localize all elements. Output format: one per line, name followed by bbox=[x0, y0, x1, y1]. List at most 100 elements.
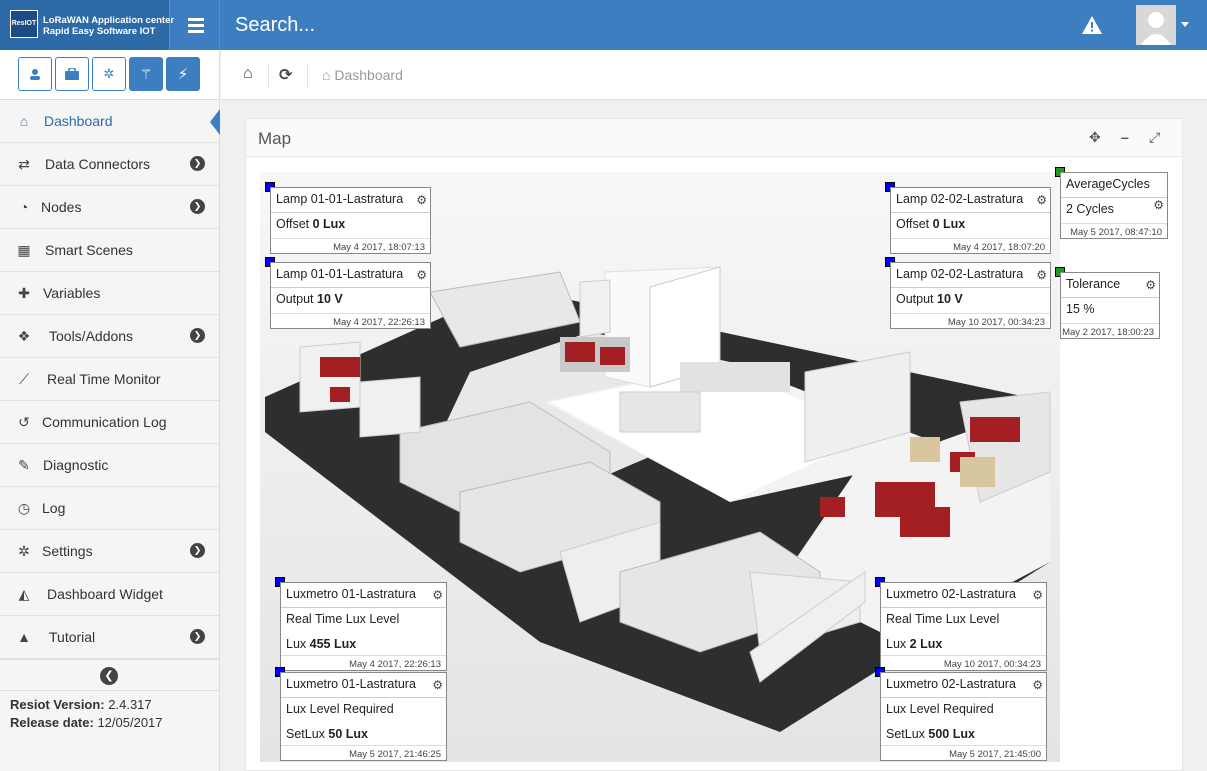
widget-value-row: 15 % bbox=[1061, 298, 1159, 323]
widget-luxmetro-02-realtime[interactable]: Luxmetro 02-Lastratura ⚙ Real Time Lux Le… bbox=[880, 582, 1047, 671]
sidebar-item-tools-addons[interactable]: ❖ Tools/Addons ❯ bbox=[0, 315, 219, 358]
sidebar-item-diagnostic[interactable]: ✎ Diagnostic bbox=[0, 444, 219, 487]
gear-icon[interactable]: ⚙ bbox=[1036, 193, 1047, 207]
panel-title: Map bbox=[258, 129, 292, 148]
top-navbar: ResIOT LoRaWAN Application center Rapid … bbox=[0, 0, 1207, 50]
sidebar-item-dashboard-widget[interactable]: ◭ Dashboard Widget bbox=[0, 573, 219, 616]
widget-lamp-01-offset[interactable]: Lamp 01-01-Lastratura ⚙ Offset 0 Lux May … bbox=[270, 187, 431, 254]
release-value: 12/05/2017 bbox=[97, 715, 163, 730]
widget-luxmetro-01-realtime[interactable]: Luxmetro 01-Lastratura ⚙ Real Time Lux Le… bbox=[280, 582, 447, 671]
widget-lamp-02-offset[interactable]: Lamp 02-02-Lastratura ⚙ Offset 0 Lux May … bbox=[890, 187, 1051, 254]
widget-value-row: Lux 455 Lux bbox=[281, 633, 446, 655]
sidebar-item-label: Real Time Monitor bbox=[47, 371, 161, 387]
sidebar-collapse-button[interactable]: ❮ bbox=[0, 659, 219, 691]
chevron-right-icon: ❯ bbox=[190, 328, 205, 343]
widget-label: Output bbox=[276, 292, 314, 306]
chevron-down-icon[interactable] bbox=[1181, 22, 1189, 27]
version-value: 2.4.317 bbox=[108, 697, 152, 712]
widget-value: 10 V bbox=[937, 292, 963, 306]
resiot-logo: ResIOT bbox=[10, 10, 38, 38]
gear-icon[interactable]: ⚙ bbox=[1036, 268, 1047, 282]
sidebar-item-settings[interactable]: ✲ Settings ❯ bbox=[0, 530, 219, 573]
quick-actions: ✲ ⚚ ⚡ bbox=[0, 50, 219, 100]
search-input[interactable]: Search... bbox=[235, 14, 315, 37]
widget-value-row: Offset 0 Lux bbox=[271, 213, 430, 238]
breadcrumb-current: Dashboard bbox=[334, 67, 403, 83]
widget-lamp-02-output[interactable]: Lamp 02-02-Lastratura ⚙ Output 10 V May 1… bbox=[890, 262, 1051, 329]
brand[interactable]: ResIOT LoRaWAN Application center Rapid … bbox=[0, 0, 174, 50]
move-icon[interactable]: ✥ bbox=[1089, 129, 1101, 146]
widget-label: Output bbox=[896, 292, 934, 306]
widget-value: 15 % bbox=[1066, 302, 1095, 316]
widget-average-cycles[interactable]: AverageCycles 2 Cycles ⚙ May 5 2017, 08:4… bbox=[1060, 172, 1168, 239]
widget-value: 2 Lux bbox=[909, 637, 943, 651]
minimize-icon[interactable]: – bbox=[1121, 129, 1129, 145]
settings-button[interactable]: ✲ bbox=[92, 57, 126, 91]
plugin-button[interactable]: ⚡ bbox=[166, 57, 200, 91]
widget-value: 500 Lux bbox=[928, 727, 975, 741]
avatar[interactable] bbox=[1136, 5, 1176, 45]
chevron-right-icon: ❯ bbox=[190, 199, 205, 214]
widget-value-row: SetLux 50 Lux bbox=[281, 723, 446, 745]
widget-timestamp: May 5 2017, 21:46:25 bbox=[281, 745, 446, 760]
widget-timestamp: May 2 2017, 18:00:23 bbox=[1061, 323, 1159, 338]
widget-title: Lamp 01-01-Lastratura bbox=[271, 188, 430, 213]
line-chart-icon: ⟋ bbox=[19, 371, 29, 387]
sidebar-item-label: Dashboard bbox=[44, 113, 113, 129]
gear-icon: ✲ bbox=[103, 66, 115, 81]
chevron-left-icon: ❮ bbox=[100, 667, 118, 685]
refresh-icon[interactable]: ⟳ bbox=[279, 65, 292, 85]
home-icon: ⌂ bbox=[322, 67, 331, 83]
gear-icon[interactable]: ⚙ bbox=[1032, 588, 1043, 602]
magic-button[interactable]: ⚚ bbox=[129, 57, 163, 91]
brand-title: LoRaWAN Application center bbox=[43, 15, 175, 26]
sidebar-item-communication-log[interactable]: ↺ Communication Log bbox=[0, 401, 219, 444]
gear-icon[interactable]: ⚙ bbox=[432, 678, 443, 692]
wrench-icon: ✎ bbox=[18, 457, 30, 473]
widget-luxmetro-02-required[interactable]: Luxmetro 02-Lastratura ⚙ Lux Level Requir… bbox=[880, 672, 1047, 761]
sidebar-item-label: Nodes bbox=[41, 199, 82, 215]
widget-tolerance[interactable]: Tolerance ⚙ 15 % May 2 2017, 18:00:23 bbox=[1060, 272, 1160, 339]
widget-timestamp: May 5 2017, 21:45:00 bbox=[881, 745, 1046, 760]
widget-value-row: 2 Cycles ⚙ bbox=[1061, 198, 1167, 223]
gear-icon[interactable]: ⚙ bbox=[416, 193, 427, 207]
widget-title: Luxmetro 02-Lastratura bbox=[881, 583, 1046, 608]
sidebar-item-tutorial[interactable]: ▲ Tutorial ❯ bbox=[0, 616, 219, 659]
sidebar-item-log[interactable]: ◷ Log bbox=[0, 487, 219, 530]
warning-icon[interactable] bbox=[1081, 15, 1103, 35]
sidebar-item-variables[interactable]: ✚ Variables bbox=[0, 272, 219, 315]
hamburger-icon-line bbox=[188, 24, 204, 27]
gear-icon[interactable]: ⚙ bbox=[1145, 278, 1156, 292]
breadcrumb-bar: ⌂ ⟳ ⌂ Dashboard bbox=[221, 50, 1207, 100]
chevron-right-icon: ❯ bbox=[190, 629, 205, 644]
menu-toggle-button[interactable] bbox=[171, 0, 220, 50]
widget-description: Real Time Lux Level bbox=[286, 612, 400, 626]
sidebar-item-dashboard[interactable]: ⌂ Dashboard bbox=[0, 100, 220, 143]
sidebar-item-label: Smart Scenes bbox=[45, 242, 133, 258]
home-icon[interactable]: ⌂ bbox=[243, 65, 253, 83]
sidebar-item-label: Tools/Addons bbox=[49, 328, 134, 344]
widget-label: Offset bbox=[276, 217, 310, 231]
widget-lamp-01-output[interactable]: Lamp 01-01-Lastratura ⚙ Output 10 V May 4… bbox=[270, 262, 431, 329]
widget-label: Lux bbox=[286, 637, 307, 651]
sidebar-item-smart-scenes[interactable]: ▦ Smart Scenes bbox=[0, 229, 219, 272]
sidebar-item-nodes[interactable]: ◔ Nodes ❯ bbox=[0, 186, 219, 229]
sidebar-item-label: Log bbox=[42, 500, 66, 516]
briefcase-button[interactable] bbox=[55, 57, 89, 91]
sidebar-item-real-time-monitor[interactable]: ⟋ Real Time Monitor bbox=[0, 358, 219, 401]
puzzle-icon: ✚ bbox=[18, 285, 30, 301]
gear-icon[interactable]: ⚙ bbox=[1032, 678, 1043, 692]
expand-icon[interactable]: ⤢ bbox=[1149, 129, 1160, 146]
widget-luxmetro-01-required[interactable]: Luxmetro 01-Lastratura ⚙ Lux Level Requir… bbox=[280, 672, 447, 761]
widget-timestamp: May 10 2017, 00:34:23 bbox=[891, 313, 1050, 328]
breadcrumb[interactable]: ⌂ Dashboard bbox=[322, 67, 403, 83]
sidebar-item-data-connectors[interactable]: ⇄ Data Connectors ❯ bbox=[0, 143, 219, 186]
widget-description: Lux Level Required bbox=[886, 702, 994, 716]
gear-icon[interactable]: ⚙ bbox=[432, 588, 443, 602]
magic-wand-icon: ⚚ bbox=[139, 65, 153, 82]
user-button[interactable] bbox=[18, 57, 52, 91]
gear-icon[interactable]: ⚙ bbox=[416, 268, 427, 282]
gear-icon[interactable]: ⚙ bbox=[1153, 198, 1164, 212]
widget-title: Lamp 01-01-Lastratura bbox=[271, 263, 430, 288]
widget-title: Luxmetro 01-Lastratura bbox=[281, 673, 446, 698]
